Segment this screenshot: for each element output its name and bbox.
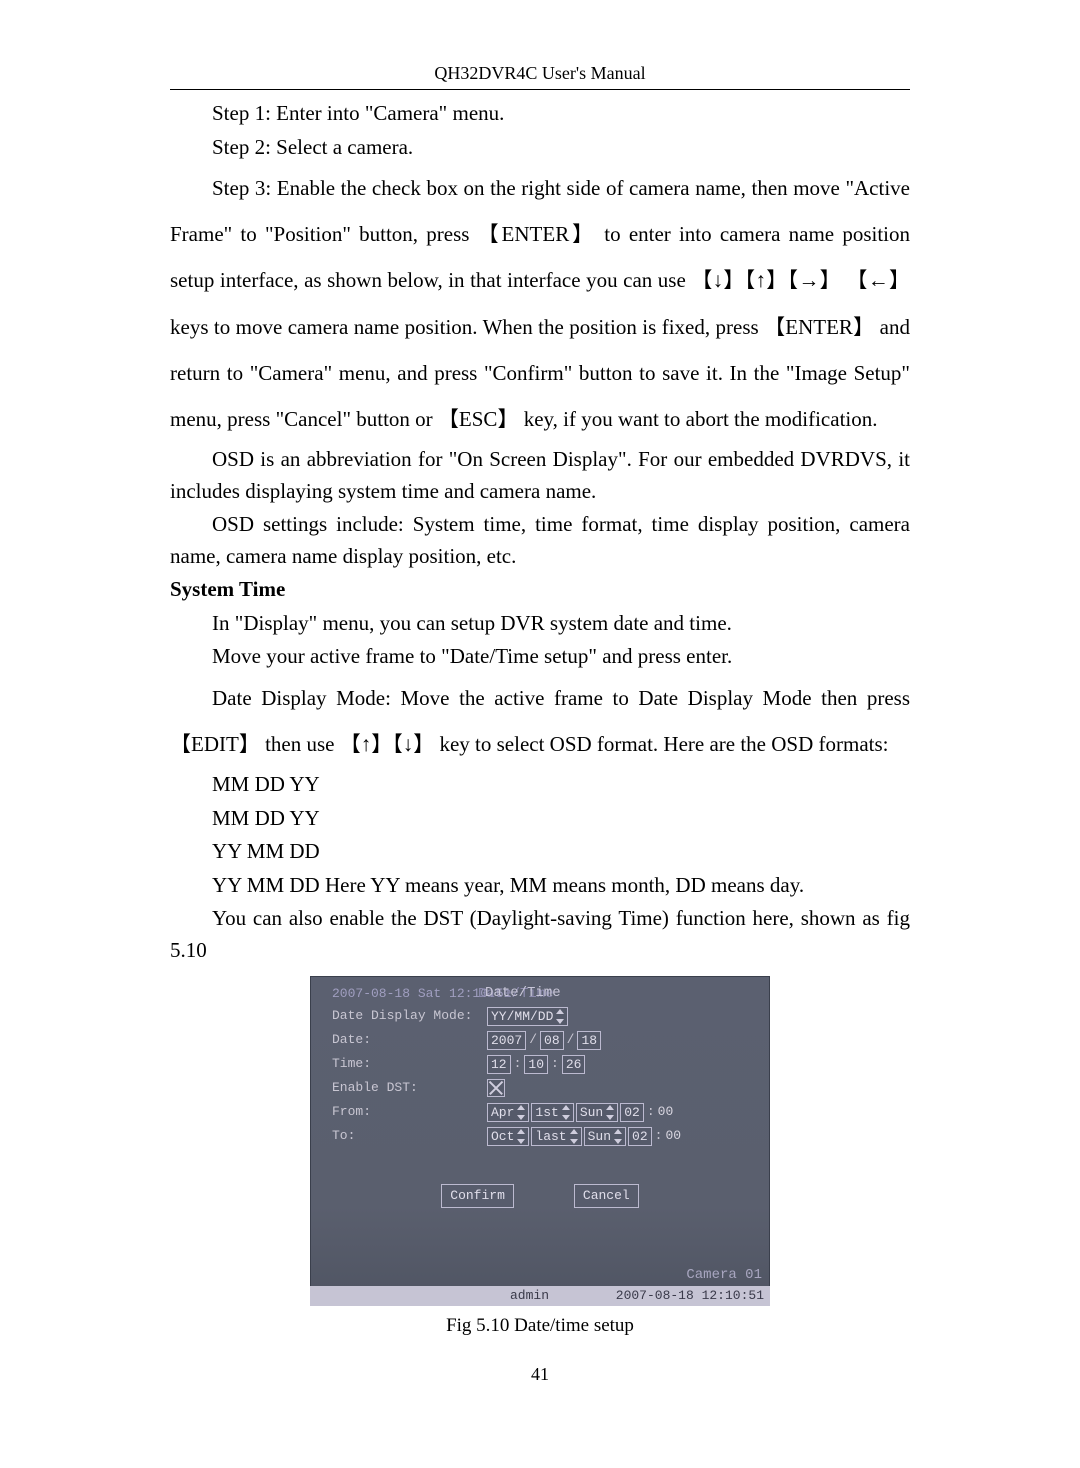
- label-dst: Enable DST:: [332, 1078, 487, 1098]
- status-user: admin: [510, 1286, 549, 1306]
- system-time-line-1: In "Display" menu, you can setup DVR sys…: [170, 608, 910, 640]
- step-3: Step 3: Enable the check box on the righ…: [170, 165, 910, 442]
- from-sep: :: [647, 1102, 655, 1122]
- figure-caption: Fig 5.10 Date/time setup: [170, 1312, 910, 1341]
- field-from-hour[interactable]: 02: [620, 1103, 644, 1122]
- dvr-titlebar: 2007-08-18 Sat 12:10:51 Date/Time Date/T…: [332, 976, 770, 1004]
- spinner-icon[interactable]: [516, 1104, 525, 1121]
- dvr-date-time-screen: 2007-08-18 Sat 12:10:51 Date/Time Date/T…: [310, 976, 770, 1306]
- field-date-day[interactable]: 18: [577, 1031, 601, 1050]
- dvr-title: Date/Time: [485, 983, 561, 1004]
- label-from: From:: [332, 1102, 487, 1122]
- dvr-button-row: Confirm Cancel: [310, 1184, 770, 1208]
- checkbox-dst[interactable]: [487, 1079, 505, 1097]
- date-sep-1: /: [529, 1030, 537, 1050]
- field-date-month[interactable]: 08: [540, 1031, 564, 1050]
- field-mode[interactable]: YY/MM/DD: [487, 1007, 568, 1026]
- field-to-day[interactable]: Sun: [584, 1127, 626, 1146]
- row-time: Time: 12 : 10 : 26: [332, 1052, 770, 1076]
- row-date-display-mode: Date Display Mode: YY/MM/DD: [332, 1004, 770, 1028]
- field-date-year[interactable]: 2007: [487, 1031, 526, 1050]
- step-2: Step 2: Select a camera.: [170, 132, 910, 164]
- row-date: Date: 2007 / 08 / 18: [332, 1028, 770, 1052]
- spinner-icon[interactable]: [613, 1128, 622, 1145]
- date-sep-2: /: [567, 1030, 575, 1050]
- spinner-icon[interactable]: [555, 1008, 564, 1025]
- label-to: To:: [332, 1126, 487, 1146]
- from-day-value: Sun: [580, 1104, 603, 1121]
- time-sep-2: :: [551, 1054, 559, 1074]
- spinner-icon[interactable]: [516, 1128, 525, 1145]
- camera-name-label: Camera 01: [686, 1265, 762, 1286]
- dst-para: You can also enable the DST (Daylight-sa…: [170, 903, 910, 966]
- from-month-value: Apr: [491, 1104, 514, 1121]
- field-to-week[interactable]: last: [531, 1127, 581, 1146]
- to-week-value: last: [535, 1128, 566, 1145]
- format-4: YY MM DD Here YY means year, MM means mo…: [170, 870, 910, 902]
- spinner-icon[interactable]: [561, 1104, 570, 1121]
- field-time-sec[interactable]: 26: [562, 1055, 586, 1074]
- field-from-week[interactable]: 1st: [531, 1103, 573, 1122]
- field-from-month[interactable]: Apr: [487, 1103, 529, 1122]
- confirm-button[interactable]: Confirm: [441, 1184, 514, 1208]
- field-to-min: 00: [665, 1126, 681, 1146]
- spinner-icon[interactable]: [605, 1104, 614, 1121]
- manual-page: QH32DVR4C User's Manual Step 1: Enter in…: [0, 0, 1080, 1468]
- to-sep: :: [655, 1126, 663, 1146]
- field-to-hour[interactable]: 02: [628, 1127, 652, 1146]
- format-2: MM DD YY: [170, 803, 910, 835]
- format-1: MM DD YY: [170, 769, 910, 801]
- field-time-hour[interactable]: 12: [487, 1055, 511, 1074]
- osd-para-2: OSD settings include: System time, time …: [170, 509, 910, 572]
- from-week-value: 1st: [535, 1104, 558, 1121]
- label-time: Time:: [332, 1054, 487, 1074]
- row-to: To: Oct last Sun 02 : 00: [332, 1124, 770, 1148]
- field-mode-value: YY/MM/DD: [491, 1008, 553, 1025]
- status-timestamp: 2007-08-18 12:10:51: [616, 1286, 764, 1306]
- dvr-statusbar: admin 2007-08-18 12:10:51: [310, 1286, 770, 1306]
- time-sep-1: :: [514, 1054, 522, 1074]
- format-3: YY MM DD: [170, 836, 910, 868]
- label-date: Date:: [332, 1030, 487, 1050]
- row-from: From: Apr 1st Sun 02 : 00: [332, 1100, 770, 1124]
- page-number: 41: [170, 1361, 910, 1388]
- osd-para-1: OSD is an abbreviation for "On Screen Di…: [170, 444, 910, 507]
- field-time-min[interactable]: 10: [524, 1055, 548, 1074]
- to-month-value: Oct: [491, 1128, 514, 1145]
- row-enable-dst: Enable DST:: [332, 1076, 770, 1100]
- system-time-line-2: Move your active frame to "Date/Time set…: [170, 641, 910, 673]
- system-time-line-3: Date Display Mode: Move the active frame…: [170, 675, 910, 767]
- field-from-day[interactable]: Sun: [576, 1103, 618, 1122]
- cancel-button[interactable]: Cancel: [574, 1184, 639, 1208]
- system-time-heading: System Time: [170, 574, 910, 606]
- header-rule: [170, 89, 910, 90]
- page-header: QH32DVR4C User's Manual: [170, 60, 910, 87]
- to-day-value: Sun: [588, 1128, 611, 1145]
- step-1: Step 1: Enter into "Camera" menu.: [170, 98, 910, 130]
- field-to-month[interactable]: Oct: [487, 1127, 529, 1146]
- label-mode: Date Display Mode:: [332, 1006, 487, 1026]
- field-from-min: 00: [658, 1102, 674, 1122]
- spinner-icon[interactable]: [569, 1128, 578, 1145]
